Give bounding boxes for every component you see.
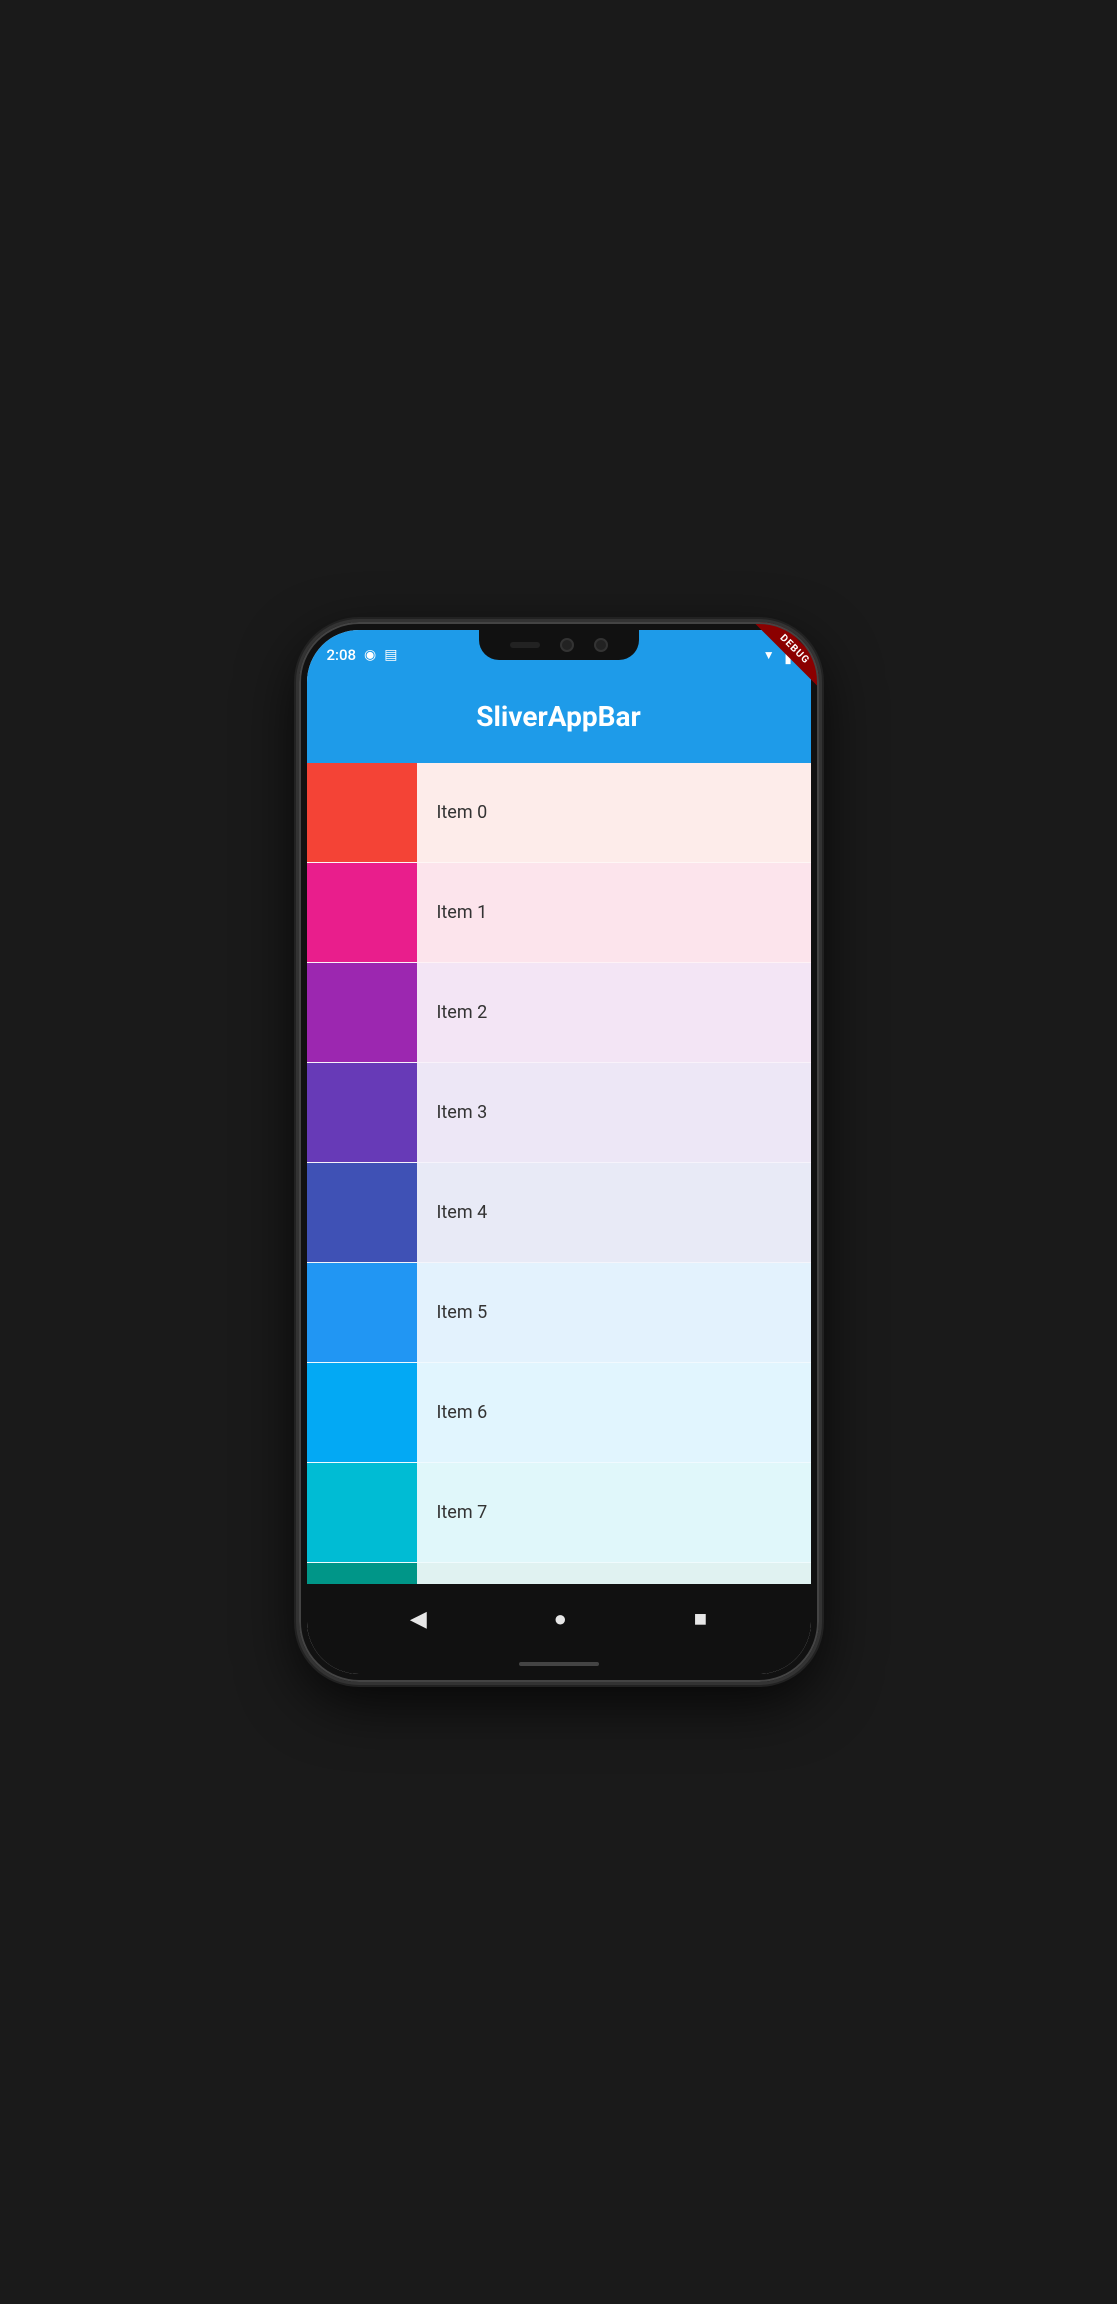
item-label-2: Item 2 [417,963,811,1062]
app-bar: SliverAppBar [307,680,811,763]
item-label-7: Item 7 [417,1463,811,1562]
notch-camera [560,638,574,652]
list-item[interactable]: Item 2 [307,963,811,1063]
list-container[interactable]: Item 0Item 1Item 2Item 3Item 4Item 5Item… [307,763,811,1584]
back-button[interactable]: ◀ [410,1607,427,1632]
notch-camera-front [594,638,608,652]
list-item[interactable]: Item 6 [307,1363,811,1463]
item-color-3 [307,1063,417,1162]
list-item[interactable]: Item 4 [307,1163,811,1263]
list-item[interactable]: Item 3 [307,1063,811,1163]
debug-label: DEBUG [754,622,818,689]
item-label-4: Item 4 [417,1163,811,1262]
list-item[interactable]: Item 8 [307,1563,811,1584]
circle-status-icon: ◉ [364,647,376,663]
list-item[interactable]: Item 5 [307,1263,811,1363]
home-button[interactable]: ● [554,1606,567,1632]
status-time: 2:08 [327,646,357,664]
phone-frame: DEBUG 2:08 ◉ ▤ SliverAppBar Item 0 [299,622,819,1682]
item-color-6 [307,1363,417,1462]
item-label-3: Item 3 [417,1063,811,1162]
notch [479,630,639,660]
item-label-5: Item 5 [417,1263,811,1362]
bottom-indicator [519,1662,599,1666]
navigation-bar: ◀ ● ■ [307,1584,811,1654]
item-color-2 [307,963,417,1062]
item-label-8: Item 8 [417,1563,811,1584]
item-color-5 [307,1263,417,1362]
item-label-1: Item 1 [417,863,811,962]
item-color-8 [307,1563,417,1584]
item-color-4 [307,1163,417,1262]
item-color-0 [307,763,417,862]
notch-sensor [510,642,540,648]
list-item[interactable]: Item 0 [307,763,811,863]
list-item[interactable]: Item 7 [307,1463,811,1563]
item-label-6: Item 6 [417,1363,811,1462]
list-item[interactable]: Item 1 [307,863,811,963]
item-color-1 [307,863,417,962]
recent-button[interactable]: ■ [694,1606,707,1632]
app-bar-title: SliverAppBar [327,700,791,733]
status-left: 2:08 ◉ ▤ [327,646,398,664]
bottom-area [307,1654,811,1674]
sim-status-icon: ▤ [384,647,397,663]
screen: 2:08 ◉ ▤ SliverAppBar Item 0Item 1Item 2… [307,630,811,1674]
debug-ribbon: DEBUG [739,622,819,702]
item-label-0: Item 0 [417,763,811,862]
item-color-7 [307,1463,417,1562]
